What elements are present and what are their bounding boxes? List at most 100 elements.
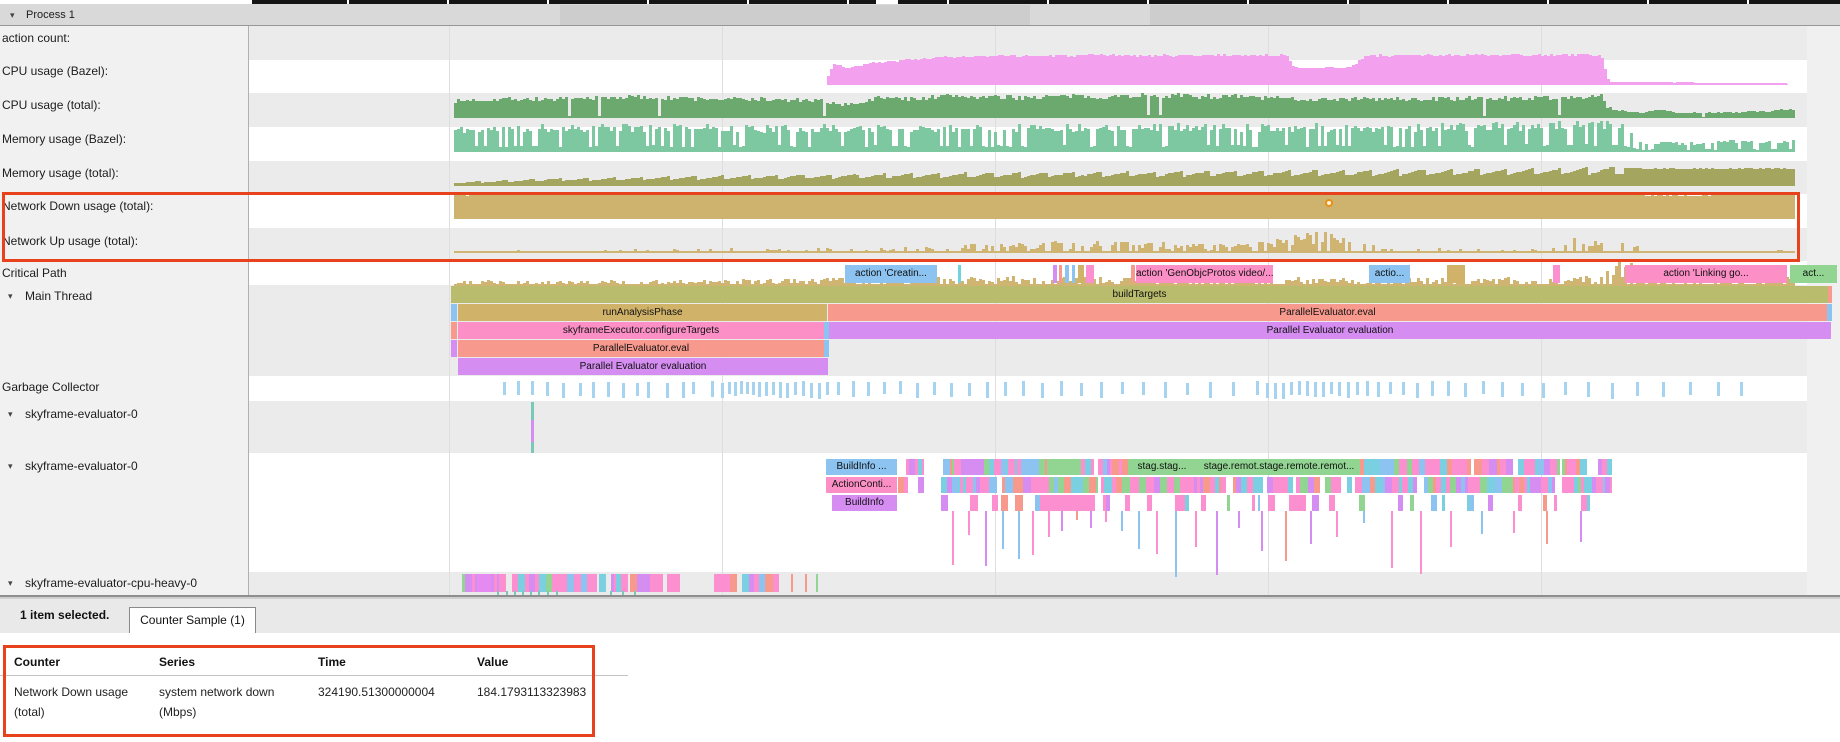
hanging-slice[interactable] (1121, 511, 1123, 531)
trace-slice[interactable] (1554, 495, 1557, 511)
gc-tick[interactable] (531, 381, 534, 395)
gc-tick[interactable] (740, 381, 743, 394)
gc-tick[interactable] (1431, 381, 1434, 396)
gc-tick[interactable] (1416, 383, 1419, 398)
critical-path-slice[interactable]: act... (1790, 265, 1837, 283)
gc-tick[interactable] (837, 382, 840, 395)
critical-path-slice[interactable]: action 'Creatin... (845, 265, 937, 283)
trace-slice[interactable] (904, 477, 908, 493)
hanging-slice[interactable] (1002, 511, 1004, 549)
trace-slice[interactable] (1550, 459, 1557, 475)
hanging-slice[interactable] (1018, 511, 1020, 559)
hanging-slice[interactable] (1090, 511, 1092, 528)
critical-path-slice[interactable]: action 'GenObjcProtos video/... (1136, 265, 1273, 283)
gc-tick[interactable] (728, 382, 731, 394)
gc-tick[interactable] (1389, 382, 1392, 394)
hanging-slice[interactable] (1546, 511, 1548, 544)
trace-slice[interactable] (1147, 495, 1152, 511)
main-thread-slice[interactable]: ParallelEvaluator.eval (828, 304, 1827, 321)
hanging-slice[interactable] (1061, 511, 1063, 531)
main-thread-slice[interactable]: skyframeExecutor.configureTargets (458, 322, 824, 339)
gc-tick[interactable] (933, 382, 936, 395)
memory-usage-total--chart[interactable] (454, 188, 1795, 219)
trace-slice[interactable] (1543, 495, 1547, 511)
hanging-slice[interactable] (1336, 511, 1338, 537)
trace-slice[interactable] (1596, 477, 1603, 493)
trace-slice[interactable] (1104, 477, 1112, 493)
trace-slice[interactable] (1076, 477, 1083, 493)
gc-tick[interactable] (1004, 382, 1007, 396)
gc-tick[interactable] (1347, 382, 1350, 398)
trace-slice[interactable] (1288, 477, 1294, 493)
gc-tick[interactable] (592, 382, 595, 398)
trace-slice[interactable] (1258, 477, 1263, 493)
evaluator-slice[interactable]: BuildInfo ... (826, 459, 897, 475)
hanging-slice[interactable] (1105, 511, 1107, 522)
gc-tick[interactable] (802, 381, 805, 396)
trace-slice[interactable] (1013, 477, 1021, 493)
trace-slice[interactable] (970, 495, 978, 511)
trace-slice[interactable] (1312, 495, 1320, 511)
gc-tick[interactable] (1501, 382, 1504, 397)
gc-tick[interactable] (692, 382, 695, 394)
trace-slice[interactable] (1467, 459, 1471, 475)
trace-slice[interactable] (499, 574, 506, 592)
trace-slice[interactable] (1336, 477, 1341, 493)
trace-slice[interactable] (1091, 459, 1094, 475)
gc-tick[interactable] (622, 383, 625, 398)
trace-slice[interactable] (1480, 477, 1487, 493)
trace-slice[interactable] (1125, 495, 1130, 511)
trace-slice[interactable] (674, 574, 680, 592)
trace-slice[interactable] (1314, 477, 1320, 493)
trace-slice[interactable] (1289, 495, 1297, 511)
trace-slice[interactable] (1146, 477, 1154, 493)
trace-slice[interactable] (1587, 495, 1591, 511)
trace-slice[interactable] (742, 574, 749, 592)
trace-slice[interactable] (1534, 477, 1541, 493)
trace-slice[interactable] (667, 574, 675, 592)
trace-slice[interactable] (1347, 477, 1352, 493)
trace-slice[interactable] (1096, 477, 1098, 493)
trace-slice[interactable] (1185, 495, 1190, 511)
hanging-slice[interactable] (985, 511, 987, 566)
trace-slice[interactable] (1362, 477, 1369, 493)
trace-slice[interactable] (1032, 459, 1039, 475)
trace-slice[interactable] (1440, 459, 1447, 475)
trace-slice[interactable] (1488, 495, 1492, 511)
trace-slice[interactable] (1607, 459, 1612, 475)
collapse-arrow-icon[interactable]: ▾ (10, 10, 15, 21)
critical-path-slice[interactable]: actio... (1369, 265, 1410, 283)
gc-tick[interactable] (1521, 383, 1524, 396)
trace-slice[interactable] (1473, 477, 1480, 493)
timeline-canvas[interactable]: action 'Creatin... action 'GenObjcProtos … (0, 26, 1840, 595)
main-thread-slice[interactable]: buildTargets (451, 286, 1828, 303)
trace-slice[interactable] (718, 574, 725, 592)
trace-slice[interactable] (909, 459, 916, 475)
cpu-usage-total--chart[interactable] (454, 121, 1795, 152)
main-thread-slice[interactable] (824, 340, 829, 357)
trace-slice[interactable] (1541, 477, 1548, 493)
gc-tick[interactable] (986, 382, 989, 398)
gc-tick[interactable] (1587, 382, 1590, 397)
gc-tick[interactable] (1100, 382, 1103, 398)
trace-slice[interactable] (1160, 477, 1166, 493)
hanging-slice[interactable] (968, 511, 970, 535)
hanging-slice[interactable] (1238, 511, 1240, 528)
gc-tick[interactable] (1266, 383, 1269, 398)
trace-slice[interactable] (1359, 495, 1365, 511)
trace-slice[interactable] (1139, 477, 1147, 493)
gc-tick[interactable] (503, 382, 506, 395)
trace-slice[interactable] (765, 574, 773, 592)
memory-usage-bazel--chart[interactable] (454, 155, 1795, 186)
trace-slice[interactable] (1474, 459, 1481, 475)
gc-tick[interactable] (1542, 383, 1545, 398)
gc-tick[interactable] (779, 382, 782, 398)
trace-slice[interactable] (1375, 477, 1382, 493)
trace-slice[interactable] (1487, 477, 1495, 493)
evaluator-tick[interactable] (791, 574, 793, 592)
gc-tick[interactable] (607, 382, 610, 397)
main-thread-slice[interactable] (451, 304, 457, 321)
trace-slice[interactable] (1410, 495, 1414, 511)
hanging-slice[interactable] (1175, 511, 1177, 577)
trace-slice[interactable] (1267, 477, 1274, 493)
